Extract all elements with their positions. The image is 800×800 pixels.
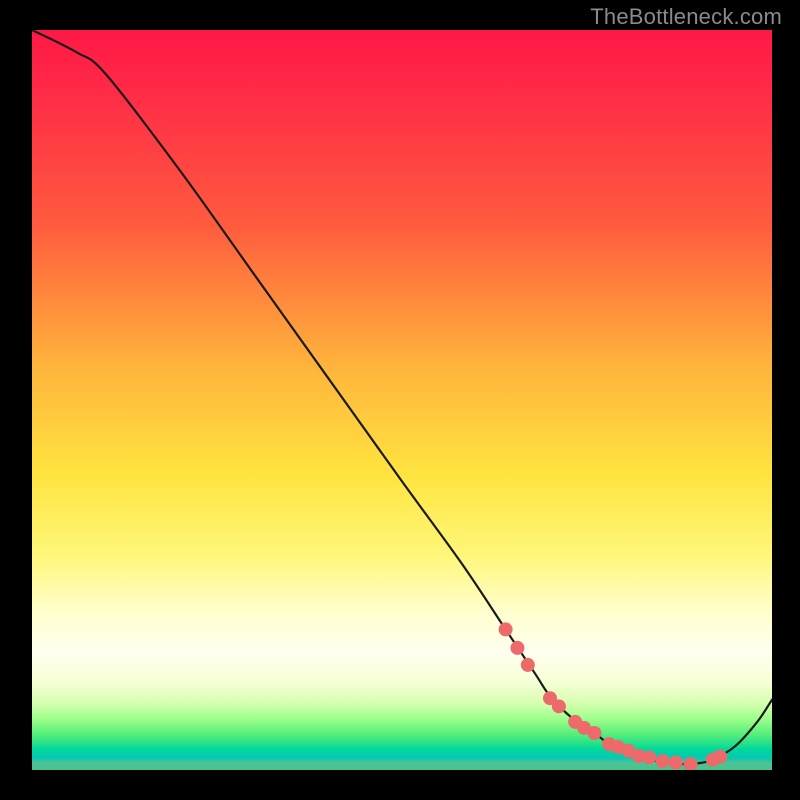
highlight-dot: [552, 699, 566, 713]
plot-area: [32, 30, 772, 770]
highlight-dot: [499, 622, 513, 636]
highlight-dot: [713, 750, 727, 764]
highlight-dot: [669, 756, 683, 770]
highlight-dot: [521, 658, 535, 672]
highlight-dot: [587, 726, 601, 740]
highlight-dot: [642, 750, 656, 764]
highlight-dots: [499, 622, 728, 770]
chart-container: TheBottleneck.com: [0, 0, 800, 800]
watermark-text: TheBottleneck.com: [590, 4, 782, 30]
highlight-dot: [655, 754, 669, 768]
chart-svg: [32, 30, 772, 770]
highlight-dot: [684, 757, 698, 770]
highlight-dot: [510, 641, 524, 655]
curve-line: [32, 30, 772, 764]
